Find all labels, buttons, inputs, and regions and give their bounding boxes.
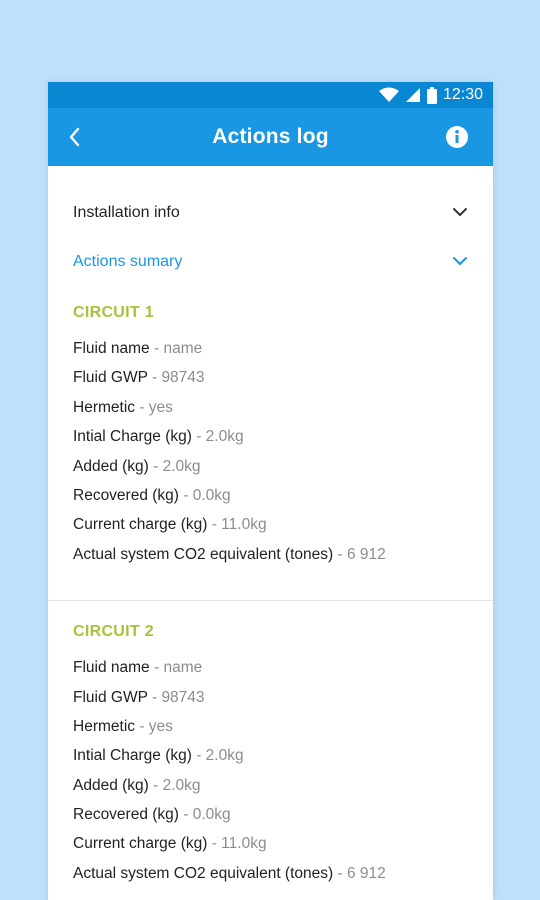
info-icon[interactable] bbox=[445, 125, 469, 149]
detail-value: yes bbox=[148, 717, 173, 735]
detail-row: Actual system CO2 equivalent (tones) - 6… bbox=[73, 864, 386, 882]
detail-label: Added (kg) bbox=[73, 776, 149, 794]
arrow-back-icon[interactable] bbox=[66, 125, 84, 149]
detail-value: 2.0kg bbox=[162, 776, 201, 794]
wifi-icon bbox=[378, 87, 399, 103]
detail-value: 0.0kg bbox=[192, 486, 231, 504]
detail-row: Current charge (kg) - 11.0kg bbox=[73, 835, 267, 853]
detail-label: Actual system CO2 equivalent (tones) bbox=[73, 545, 334, 563]
page-title: Actions log bbox=[212, 125, 329, 148]
circuit-card: CIRCUIT 1 Fluid name - name Fluid GWP - … bbox=[73, 304, 468, 569]
installation-info-section[interactable]: Installation info bbox=[73, 188, 468, 237]
detail-label: Intial Charge (kg) bbox=[73, 428, 192, 446]
detail-label: Fluid name bbox=[73, 659, 150, 677]
detail-row: Current charge (kg) - 11.0kg bbox=[73, 516, 267, 534]
signal-icon bbox=[405, 87, 421, 103]
detail-label: Hermetic bbox=[73, 398, 136, 416]
detail-value: 0.0kg bbox=[192, 806, 231, 824]
detail-value: 6 912 bbox=[346, 864, 386, 882]
chevron-down-icon bbox=[452, 204, 468, 222]
detail-label: Fluid name bbox=[73, 340, 150, 357]
battery-icon bbox=[426, 86, 437, 104]
detail-value: 98743 bbox=[161, 369, 205, 387]
app-bar: Actions log bbox=[48, 108, 493, 166]
detail-row: Intial Charge (kg) - 2.0kg bbox=[73, 428, 244, 446]
detail-value: 2.0kg bbox=[162, 457, 201, 475]
detail-row: Actual system CO2 equivalent (tones) - 6… bbox=[73, 545, 386, 563]
detail-value: 2.0kg bbox=[205, 428, 244, 446]
detail-row: Hermetic - yes bbox=[73, 717, 173, 735]
detail-label: Fluid GWP bbox=[73, 688, 148, 706]
detail-value: yes bbox=[148, 398, 173, 416]
status-bar: 12:30 bbox=[48, 82, 493, 108]
phone-screen: 12:30 Actions log Installation info Acti… bbox=[48, 82, 493, 900]
detail-value: name bbox=[163, 340, 203, 357]
detail-value: 6 912 bbox=[346, 545, 386, 563]
actions-summary-section[interactable]: Actions sumary bbox=[73, 237, 468, 286]
actions-summary-label: Actions sumary bbox=[73, 252, 183, 270]
detail-label: Recovered (kg) bbox=[73, 806, 179, 824]
detail-row: Fluid GWP - 98743 bbox=[73, 688, 205, 706]
detail-label: Recovered (kg) bbox=[73, 486, 179, 504]
chevron-down-icon bbox=[452, 253, 468, 271]
detail-label: Hermetic bbox=[73, 717, 136, 735]
detail-label: Current charge (kg) bbox=[73, 835, 208, 853]
divider bbox=[48, 600, 493, 602]
detail-label: Intial Charge (kg) bbox=[73, 747, 192, 765]
detail-row: Fluid GWP - 98743 bbox=[73, 369, 205, 387]
detail-row: Added (kg) - 2.0kg bbox=[73, 776, 201, 794]
status-time: 12:30 bbox=[442, 86, 483, 103]
detail-label: Added (kg) bbox=[73, 457, 149, 475]
detail-row: Added (kg) - 2.0kg bbox=[73, 457, 201, 475]
detail-row: Recovered (kg) - 0.0kg bbox=[73, 806, 231, 824]
detail-value: 2.0kg bbox=[205, 747, 244, 765]
detail-value: name bbox=[163, 659, 203, 677]
detail-row: Hermetic - yes bbox=[73, 398, 173, 416]
detail-row: Fluid name - name bbox=[73, 340, 203, 357]
detail-label: Current charge (kg) bbox=[73, 516, 208, 534]
detail-value: 11.0kg bbox=[221, 516, 267, 534]
circuit-title: CIRCUIT 2 bbox=[73, 623, 154, 641]
detail-row: Intial Charge (kg) - 2.0kg bbox=[73, 747, 244, 765]
detail-label: Actual system CO2 equivalent (tones) bbox=[73, 864, 334, 882]
content: Installation info Actions sumary CIRCUIT… bbox=[48, 188, 493, 888]
detail-row: Recovered (kg) - 0.0kg bbox=[73, 486, 231, 504]
circuit-title: CIRCUIT 1 bbox=[73, 304, 154, 321]
circuit-card: CIRCUIT 2 Fluid name - name Fluid GWP - … bbox=[73, 623, 468, 888]
installation-info-label: Installation info bbox=[73, 203, 180, 221]
detail-value: 98743 bbox=[161, 688, 205, 706]
detail-value: 11.0kg bbox=[221, 835, 267, 853]
detail-row: Fluid name - name bbox=[73, 659, 203, 677]
detail-label: Fluid GWP bbox=[73, 369, 148, 387]
